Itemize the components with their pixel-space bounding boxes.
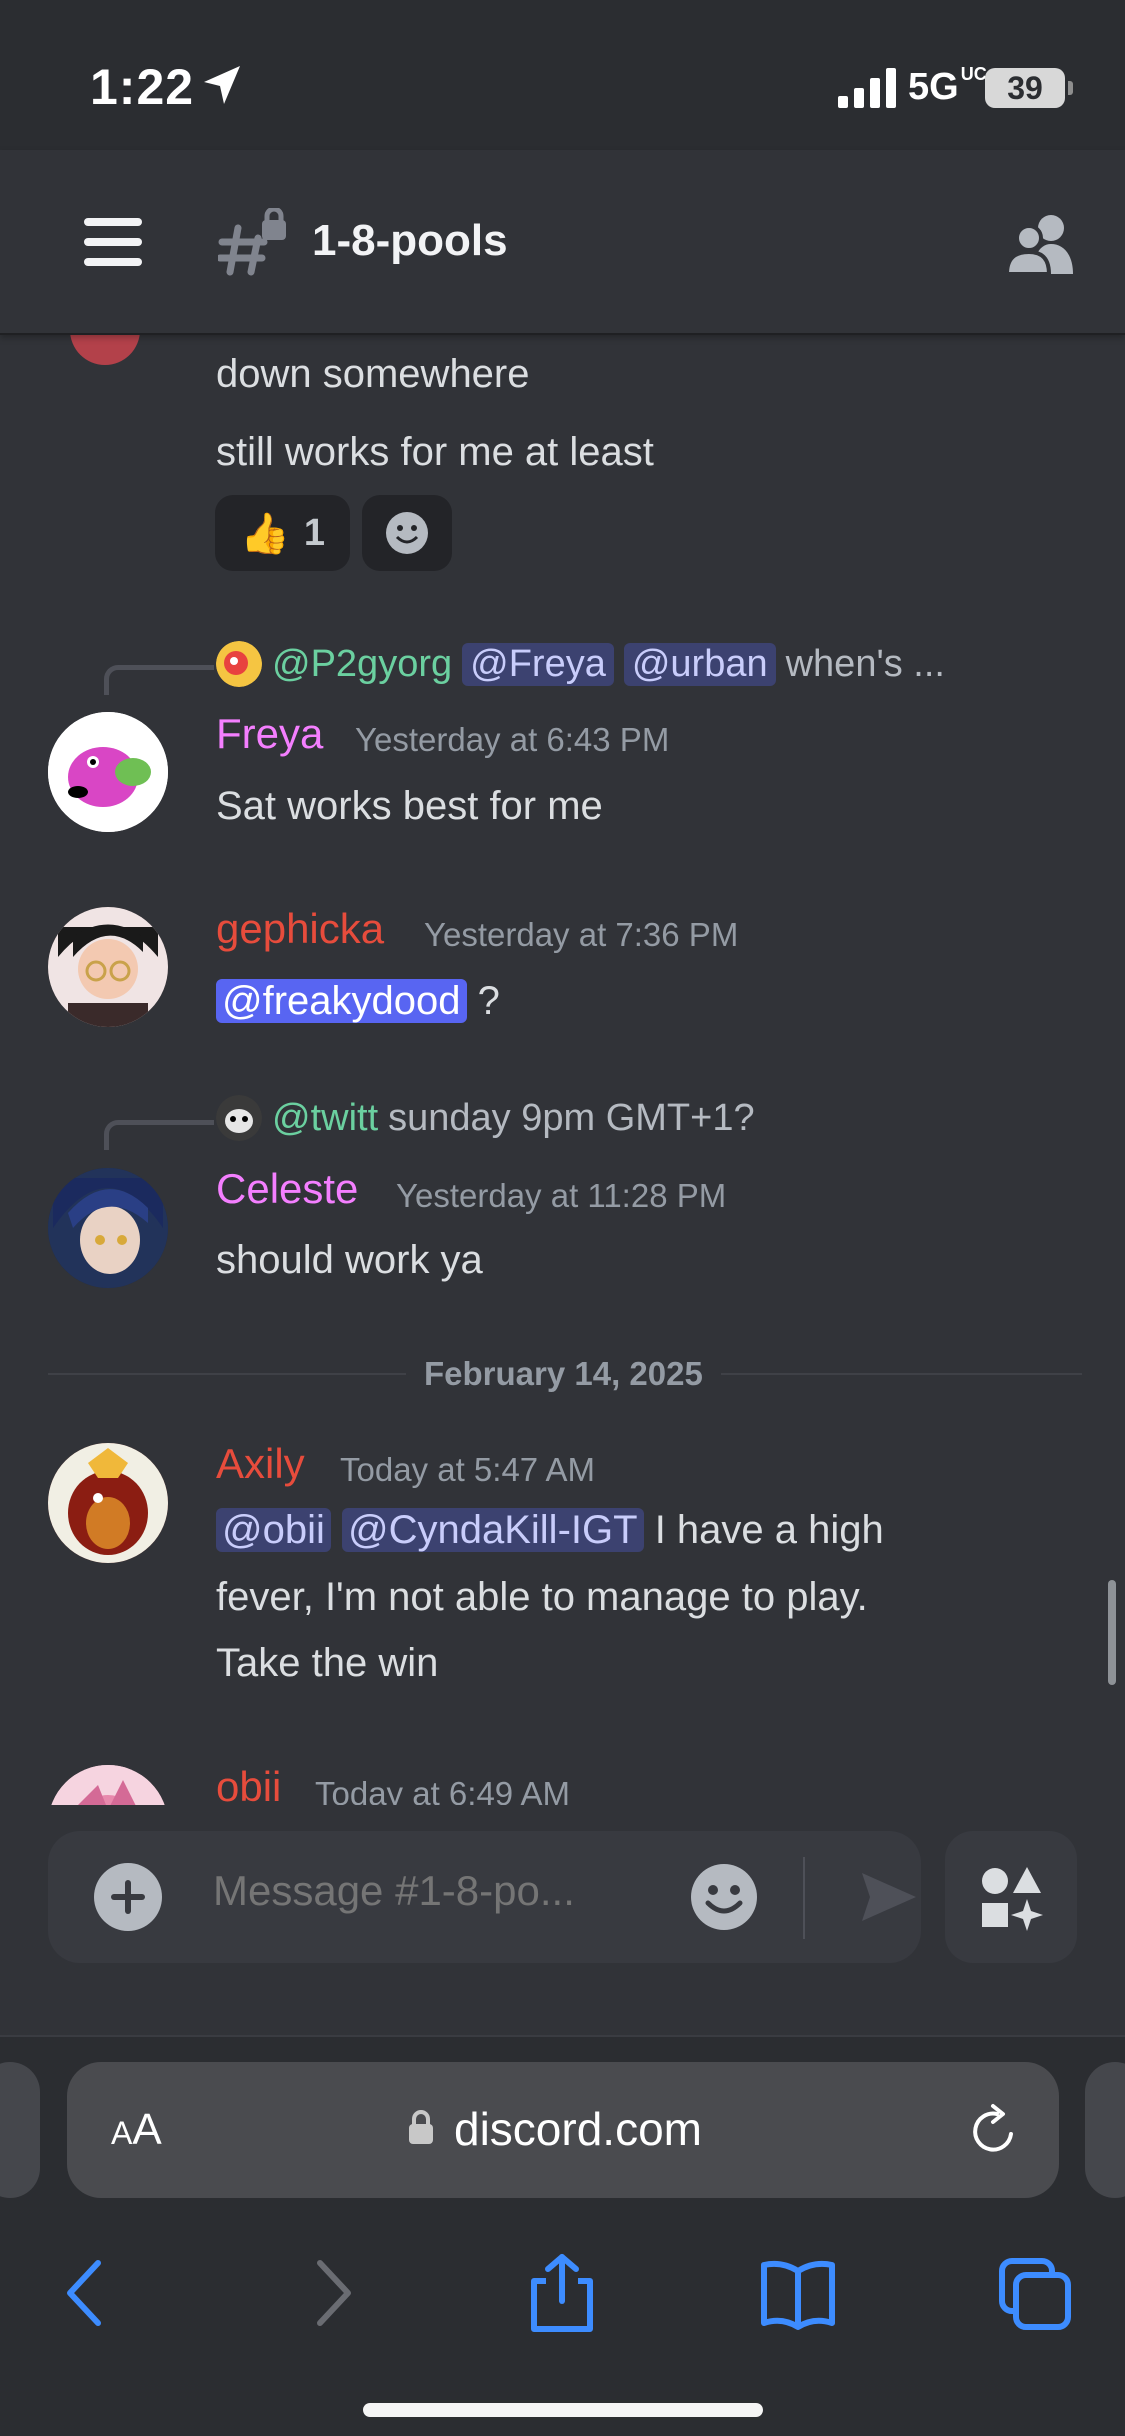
home-indicator[interactable]	[363, 2403, 763, 2417]
status-bar: 1:22 5G UC 39	[0, 0, 1125, 150]
previous-tab-peek[interactable]	[0, 2062, 40, 2198]
reply-connector	[104, 1120, 214, 1150]
avatar[interactable]	[48, 907, 168, 1027]
message-composer[interactable]	[48, 1831, 921, 1963]
reply-text: when's ...	[785, 642, 945, 685]
locked-hash-icon	[218, 208, 286, 276]
apps-button[interactable]	[945, 1831, 1077, 1963]
avatar[interactable]	[48, 712, 168, 832]
composer-separator	[803, 1857, 805, 1939]
message-text: Sat works best for me	[216, 784, 603, 828]
mention[interactable]: @CyndaKill-IGT	[342, 1508, 644, 1552]
reaction-count: 1	[303, 511, 325, 554]
reply-avatar	[216, 641, 262, 687]
message-timestamp: Yesterday at 11:28 PM	[396, 1177, 727, 1214]
avatar[interactable]	[48, 1443, 168, 1563]
reload-icon[interactable]	[967, 2102, 1023, 2158]
reply-preview[interactable]: @twitt sunday 9pm GMT+1?	[216, 1095, 755, 1141]
back-icon[interactable]	[48, 2253, 128, 2333]
composer-area	[0, 1805, 1125, 2035]
message-author[interactable]: Celeste	[216, 1165, 358, 1213]
message-text: Take the win	[216, 1641, 439, 1685]
reply-preview[interactable]: @P2gyorg @Freya @urban when's ...	[216, 641, 945, 687]
message-text: @freakydood ?	[216, 972, 500, 1030]
reply-avatar	[216, 1095, 262, 1141]
status-time: 1:22	[90, 59, 195, 115]
mention[interactable]: @obii	[216, 1508, 331, 1552]
message-text: down somewhere	[216, 352, 530, 396]
thumbs-up-icon: 👍	[240, 511, 290, 556]
reaction-thumbs-up[interactable]: 👍 1	[215, 495, 350, 571]
send-icon[interactable]	[860, 1869, 918, 1925]
add-reaction-button[interactable]	[362, 495, 452, 571]
add-reaction-icon	[386, 512, 428, 554]
reply-author: @P2gyorg	[272, 642, 453, 685]
message-text: @obii @CyndaKill-IGT I have a high	[216, 1501, 1046, 1559]
message-text: fever, I'm not able to manage to play.	[216, 1575, 868, 1619]
channel-header: 1-8-pools	[0, 150, 1125, 335]
emoji-picker-icon[interactable]	[688, 1861, 760, 1933]
next-tab-peek[interactable]	[1085, 2062, 1125, 2198]
message-timestamp: Today at 6:49 AM	[315, 1775, 570, 1805]
lock-icon	[409, 2110, 433, 2144]
message-text: should work ya	[216, 1238, 483, 1282]
reply-author: @twitt	[272, 1096, 379, 1139]
reply-text: sunday 9pm GMT+1?	[388, 1096, 755, 1139]
date-divider-label: February 14, 2025	[406, 1355, 721, 1393]
url-text: discord.com	[454, 2103, 702, 2155]
avatar[interactable]	[70, 335, 140, 365]
cellular-signal-icon	[838, 68, 896, 108]
forward-icon[interactable]	[290, 2253, 370, 2333]
reply-connector	[104, 665, 214, 695]
network-type: 5G UC	[908, 64, 987, 108]
mention-highlighted[interactable]: @freakydood	[216, 979, 467, 1023]
message-text-content: ?	[477, 979, 500, 1023]
members-icon[interactable]	[1005, 212, 1075, 274]
bookmarks-icon[interactable]	[758, 2253, 838, 2333]
share-icon[interactable]	[522, 2253, 602, 2333]
message-list[interactable]: down somewhere still works for me at lea…	[0, 335, 1125, 1805]
message-timestamp: Yesterday at 7:36 PM	[424, 916, 739, 953]
message-author[interactable]: gephicka	[216, 905, 384, 953]
message-timestamp: Yesterday at 6:43 PM	[355, 721, 670, 758]
avatar[interactable]	[48, 1765, 168, 1805]
message-text-content: I have a high	[654, 1508, 884, 1552]
plus-icon	[111, 1880, 145, 1914]
apps-icon	[982, 1867, 1043, 1931]
mention[interactable]: @Freya	[462, 642, 614, 686]
scrollbar[interactable]	[1108, 1580, 1116, 1685]
message-text: still works for me at least	[216, 430, 654, 474]
mention[interactable]: @urban	[623, 642, 776, 686]
message-author[interactable]: obii	[216, 1763, 281, 1805]
browser-toolbar: AA discord.com	[0, 2035, 1125, 2436]
channel-title: 1-8-pools	[312, 216, 508, 265]
location-arrow-icon	[204, 66, 240, 104]
tabs-icon[interactable]	[994, 2253, 1074, 2333]
message-author[interactable]: Axily	[216, 1440, 305, 1488]
hamburger-menu-icon[interactable]	[84, 218, 142, 266]
network-suffix: UC	[960, 64, 987, 84]
avatar[interactable]	[48, 1168, 168, 1288]
address-bar[interactable]: AA discord.com	[67, 2062, 1059, 2198]
browser-nav-row	[0, 2237, 1125, 2347]
message-input[interactable]	[213, 1867, 673, 1915]
text-size-button[interactable]: AA	[111, 2105, 162, 2155]
battery-indicator: 39	[985, 68, 1073, 108]
message-timestamp: Today at 5:47 AM	[340, 1451, 595, 1488]
message-author[interactable]: Freya	[216, 710, 323, 758]
attach-plus-button[interactable]	[94, 1863, 162, 1931]
